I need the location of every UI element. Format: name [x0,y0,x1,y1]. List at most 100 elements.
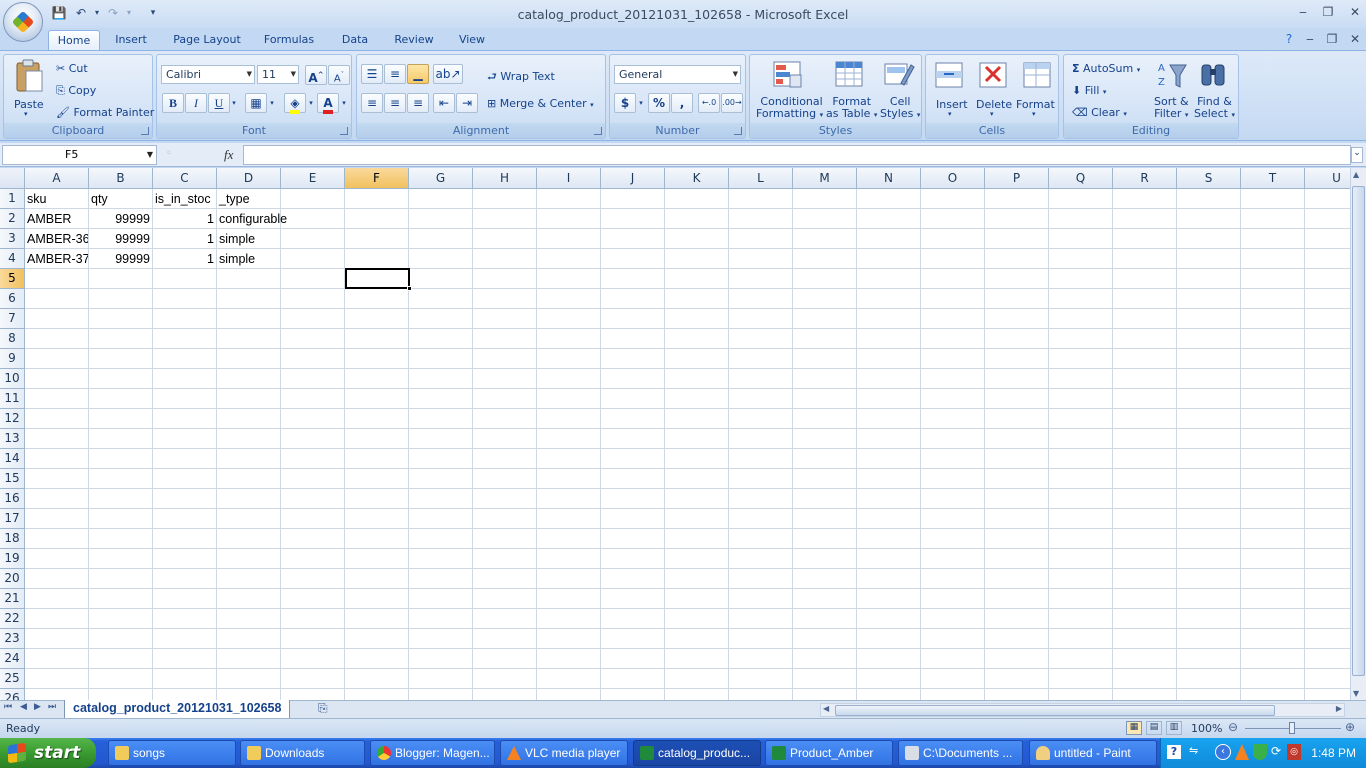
worksheet-grid[interactable]: ABCDEFGHIJKLMNOPQRSTU 1 2 3 4 5 6 7 8 9 10 11 12 13 1… [0,168,1350,700]
tab-insert[interactable]: Insert [108,30,154,51]
underline-dropdown-icon[interactable]: ▾ [229,93,239,113]
row-header-9[interactable]: 9 [0,349,25,369]
cell-a2[interactable]: AMBER [25,209,88,229]
column-header-b[interactable]: B [89,168,153,189]
align-left-button[interactable]: ≡ [361,93,383,113]
autosum-button[interactable]: Σ AutoSum ▾ [1072,62,1140,75]
cell-b1[interactable]: qty [89,189,152,209]
grow-font-button[interactable]: A^ [305,65,327,85]
cell-a4[interactable]: AMBER-37 [25,249,88,269]
cell-c2[interactable]: 1 [153,209,216,229]
page-layout-view-icon[interactable]: ▤ [1146,721,1162,735]
page-break-view-icon[interactable]: ▥ [1166,721,1182,735]
cell-b2[interactable]: 99999 [89,209,152,229]
row-header-24[interactable]: 24 [0,649,25,669]
cell-a3[interactable]: AMBER-36 [25,229,88,249]
number-format-select[interactable]: General ▼ [614,65,741,84]
zoom-slider-thumb[interactable] [1289,722,1295,734]
format-as-table-button[interactable]: Format as Table ▾ [826,96,877,121]
horizontal-scroll-thumb[interactable] [835,705,1275,716]
underline-button[interactable]: U [208,93,230,113]
row-header-3[interactable]: 3 [0,229,25,249]
cell-d2[interactable]: configurable [217,209,345,229]
increase-decimal-button[interactable]: ←.0 [698,93,720,113]
taskbar-item-songs[interactable]: songs [108,740,236,766]
row-header-5[interactable]: 5 [0,269,25,289]
taskbar-item-vlc[interactable]: VLC media player [500,740,628,766]
cell-d3[interactable]: simple [217,229,280,249]
insert-function-button[interactable]: fx [224,147,233,163]
alignment-launcher-icon[interactable] [594,127,602,135]
row-header-14[interactable]: 14 [0,449,25,469]
bold-button[interactable]: B [162,93,184,113]
format-dropdown-icon[interactable]: ▾ [1032,110,1036,118]
column-header-q[interactable]: Q [1049,168,1113,189]
vertical-scrollbar[interactable]: ▲ ▼ [1350,168,1366,700]
help-icon[interactable]: ? [1279,32,1299,46]
paste-dropdown-icon[interactable]: ▾ [24,110,28,118]
shield-icon[interactable] [1253,744,1267,760]
wb-close-icon[interactable]: ✕ [1345,32,1365,46]
row-header-2[interactable]: 2 [0,209,25,229]
column-header-r[interactable]: R [1113,168,1177,189]
insert-dropdown-icon[interactable]: ▾ [948,110,952,118]
tab-data[interactable]: Data [334,30,376,51]
column-header-l[interactable]: L [729,168,793,189]
vertical-scroll-thumb[interactable] [1352,186,1365,676]
align-top-button[interactable]: ☰ [361,64,383,84]
conditional-formatting-button[interactable]: Conditional Formatting ▾ [756,96,823,121]
sheet-tab[interactable]: catalog_product_20121031_102658 [64,700,291,719]
fill-color-button[interactable]: ◈ [284,93,306,114]
shrink-font-button[interactable]: Aˇ [328,65,350,85]
row-header-23[interactable]: 23 [0,629,25,649]
close-icon[interactable]: ✕ [1345,5,1365,19]
font-name-select[interactable]: Calibri ▼ [161,65,255,84]
borders-dropdown-icon[interactable]: ▾ [267,93,277,113]
delete-dropdown-icon[interactable]: ▾ [990,110,994,118]
column-header-d[interactable]: D [217,168,281,189]
zoom-level[interactable]: 100% [1191,722,1222,735]
font-color-button[interactable]: A [317,93,339,114]
insert-sheet-icon[interactable]: ⎘ [318,701,328,716]
sync-icon[interactable]: ⟳ [1271,744,1281,758]
row-header-22[interactable]: 22 [0,609,25,629]
column-header-c[interactable]: C [153,168,217,189]
zoom-out-icon[interactable]: ⊖ [1228,720,1238,734]
next-sheet-icon[interactable]: ▶ [34,702,41,712]
active-cell-selection[interactable] [345,268,412,291]
taskbar-item-documents[interactable]: C:\Documents ... [898,740,1023,766]
column-header-f[interactable]: F [345,168,409,189]
align-bottom-button[interactable]: ▁ [407,64,429,84]
column-header-h[interactable]: H [473,168,537,189]
network-icon[interactable]: ⇋ [1189,744,1198,757]
column-header-n[interactable]: N [857,168,921,189]
row-header-11[interactable]: 11 [0,389,25,409]
clipboard-launcher-icon[interactable] [141,127,149,135]
scroll-up-icon[interactable]: ▲ [1353,170,1359,179]
clear-button[interactable]: ⌫ Clear ▾ [1072,106,1127,119]
cell-d1[interactable]: _type [217,189,280,209]
column-header-e[interactable]: E [281,168,345,189]
back-arrow-icon[interactable]: ‹ [1215,744,1231,760]
borders-button[interactable]: ▦ [245,93,267,113]
copy-button[interactable]: ⎘ Copy [56,84,96,98]
select-all-button[interactable] [0,168,25,189]
column-header-k[interactable]: K [665,168,729,189]
formula-input[interactable] [243,145,1351,165]
taskbar-item-paint[interactable]: untitled - Paint [1029,740,1157,766]
taskbar-item-downloads[interactable]: Downloads [240,740,365,766]
format-painter-button[interactable]: 🖌 Format Painter [56,106,154,119]
paste-button[interactable]: Paste [14,98,44,111]
row-header-10[interactable]: 10 [0,369,25,389]
align-right-button[interactable]: ≡ [407,93,429,113]
font-color-dropdown-icon[interactable]: ▾ [339,93,349,113]
row-header-17[interactable]: 17 [0,509,25,529]
font-launcher-icon[interactable] [340,127,348,135]
taskbar-item-blogger[interactable]: Blogger: Magen... [370,740,495,766]
cell-a1[interactable]: sku [25,189,88,209]
taskbar-item-product-amber[interactable]: Product_Amber [765,740,893,766]
tab-view[interactable]: View [452,30,492,51]
row-header-19[interactable]: 19 [0,549,25,569]
column-header-o[interactable]: O [921,168,985,189]
align-center-button[interactable]: ≡ [384,93,406,113]
